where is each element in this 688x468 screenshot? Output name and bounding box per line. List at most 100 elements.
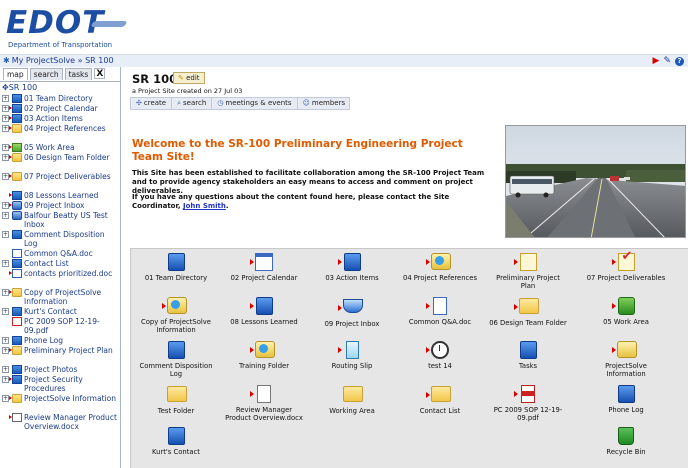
tree-item[interactable]: + Kurt's Contact	[0, 307, 120, 317]
page-title: SR 100	[132, 72, 178, 86]
grid-item[interactable]: Tasks	[488, 341, 568, 370]
welcome-paragraph-1: This Site has been established to facili…	[132, 169, 485, 195]
expand-toggle-icon[interactable]: +	[2, 376, 9, 383]
tree-item[interactable]: + Preliminary Project Plan	[0, 346, 120, 365]
expand-toggle-icon[interactable]: +	[2, 366, 9, 373]
expand-toggle-icon[interactable]: +	[2, 212, 9, 219]
expand-toggle-icon[interactable]: +	[2, 202, 9, 209]
grid-item[interactable]: Comment Disposition Log	[136, 341, 216, 378]
edot-logo[interactable]: EDOT Department of Transportation	[6, 6, 156, 50]
tree-item[interactable]: +09 Project Inbox	[0, 201, 120, 211]
play-icon[interactable]: ▶	[653, 56, 660, 66]
grid-item[interactable]: 03 Action Items	[312, 253, 392, 282]
search-action[interactable]: ⌕ search	[172, 98, 213, 109]
info-folder-icon	[162, 297, 187, 315]
tree-item[interactable]: contacts prioritized.doc	[0, 269, 120, 288]
tree-root[interactable]: ✥SR 100	[0, 82, 120, 94]
grid-item-label: 01 Team Directory	[144, 274, 208, 282]
members-action[interactable]: ☺ members	[298, 98, 351, 109]
grid-item[interactable]: Common Q&A.doc	[400, 297, 480, 326]
tools-icon[interactable]: ✎	[663, 56, 671, 66]
meetings-action[interactable]: ◷ meetings & events	[212, 98, 298, 109]
grid-item[interactable]: Preliminary Project Plan	[488, 253, 568, 290]
expand-toggle-icon[interactable]: +	[2, 347, 9, 354]
grid-item[interactable]: Contact List	[400, 385, 480, 415]
tree-item[interactable]: Review Manager Product Overview.docx	[0, 413, 120, 441]
grid-item[interactable]: PC 2009 SOP 12-19-09.pdf	[488, 385, 568, 422]
coordinator-link[interactable]: John Smith	[183, 202, 226, 210]
grid-item[interactable]: 07 Project Deliverables	[586, 253, 666, 282]
tree-item[interactable]: + Balfour Beatty US Test Inbox	[0, 211, 120, 230]
expand-toggle-icon[interactable]: +	[2, 289, 9, 296]
new-marker-icon	[250, 303, 254, 309]
grid-item[interactable]: Phone Log	[586, 385, 666, 414]
grid-item[interactable]: 04 Project References	[400, 253, 480, 282]
tree-item[interactable]: +04 Project References	[0, 124, 120, 143]
tree-item[interactable]: + Copy of ProjectSolve Information	[0, 288, 120, 307]
tree-item[interactable]: +02 Project Calendar	[0, 104, 120, 114]
grid-item[interactable]: 01 Team Directory	[136, 253, 216, 282]
word-doc-icon	[426, 297, 449, 315]
grid-item[interactable]: 05 Work Area	[586, 297, 666, 326]
expand-toggle-icon[interactable]: +	[2, 154, 9, 161]
grid-item-label: Kurt's Contact	[152, 448, 200, 456]
tree-item[interactable]: + Project Photos	[0, 365, 120, 375]
close-pane-button[interactable]: X	[94, 68, 106, 79]
grid-item[interactable]: Training Folder	[224, 341, 304, 370]
grid-item[interactable]: ProjectSolve Information	[586, 341, 666, 378]
expand-toggle-icon[interactable]: +	[2, 260, 9, 267]
grid-item[interactable]: 02 Project Calendar	[224, 253, 304, 282]
tree-item[interactable]: + Contact List	[0, 259, 120, 269]
grid-item[interactable]: 06 Design Team Folder	[488, 297, 568, 327]
grid-item[interactable]: Working Area	[312, 385, 392, 415]
tree-item[interactable]: +07 Project Deliverables	[0, 172, 120, 191]
tree-item[interactable]: Common Q&A.doc	[0, 249, 120, 259]
tab-tasks[interactable]: tasks	[64, 68, 93, 80]
grid-item[interactable]: Recycle Bin	[586, 427, 666, 456]
green-icon	[12, 143, 22, 152]
grid-item[interactable]: 08 Lessons Learned	[224, 297, 304, 326]
tree-item[interactable]: +06 Design Team Folder	[0, 153, 120, 172]
tree-item[interactable]: +01 Team Directory	[0, 94, 120, 104]
tree-item[interactable]: +03 Action Items	[0, 114, 120, 124]
log-glyph	[167, 341, 185, 359]
grid-item[interactable]: test 14	[400, 341, 480, 370]
new-marker-icon	[250, 347, 254, 353]
expand-toggle-icon[interactable]: +	[2, 337, 9, 344]
expand-toggle-icon[interactable]: +	[2, 115, 9, 122]
grid-item[interactable]: Kurt's Contact	[136, 427, 216, 456]
create-action[interactable]: ✣ create	[131, 98, 173, 109]
grid-item[interactable]: Copy of ProjectSolve Information	[136, 297, 216, 334]
tree-item[interactable]: 08 Lessons Learned	[0, 191, 120, 201]
expand-toggle-icon[interactable]: +	[2, 95, 9, 102]
help-icon[interactable]: ?	[675, 56, 684, 66]
tree-item[interactable]: + ProjectSolve Information	[0, 394, 120, 413]
tree-item[interactable]: PC 2009 SOP 12-19-09.pdf	[0, 317, 120, 336]
tree-item-label: Common Q&A.doc	[24, 249, 93, 258]
grid-item[interactable]: Routing Slip	[312, 341, 392, 370]
expand-toggle-icon[interactable]: +	[2, 105, 9, 112]
grid-item-label: 02 Project Calendar	[230, 274, 298, 282]
grid-item[interactable]: 09 Project Inbox	[312, 297, 392, 328]
edit-button[interactable]: ✎ edit	[173, 72, 205, 84]
expand-toggle-icon[interactable]: +	[2, 144, 9, 151]
expand-toggle-icon[interactable]: +	[2, 231, 9, 238]
tree-item[interactable]: + Project Security Procedures	[0, 375, 120, 394]
tree-item[interactable]: + Phone Log	[0, 336, 120, 346]
expand-toggle-icon[interactable]: +	[2, 308, 9, 315]
tree-item[interactable]: + Comment Disposition Log	[0, 230, 120, 249]
grid-item-label: Preliminary Project Plan	[496, 274, 560, 290]
clock-glyph	[431, 341, 449, 359]
breadcrumb[interactable]: ✱ My ProjectSolve » SR 100	[3, 55, 114, 67]
tab-search[interactable]: search	[29, 68, 63, 80]
grid-item[interactable]: Test Folder	[136, 385, 216, 415]
logo-swoosh-icon	[90, 21, 128, 27]
tab-map[interactable]: map	[3, 68, 28, 80]
expand-toggle-icon[interactable]: +	[2, 173, 9, 180]
tree-item[interactable]: +05 Work Area	[0, 143, 120, 153]
tree-item-label: contacts prioritized.doc	[24, 269, 113, 278]
expand-toggle-icon[interactable]: +	[2, 125, 9, 132]
lessons-icon	[250, 297, 273, 315]
expand-toggle-icon[interactable]: +	[2, 395, 9, 402]
grid-item[interactable]: Review Manager Product Overview.docx	[224, 385, 304, 422]
